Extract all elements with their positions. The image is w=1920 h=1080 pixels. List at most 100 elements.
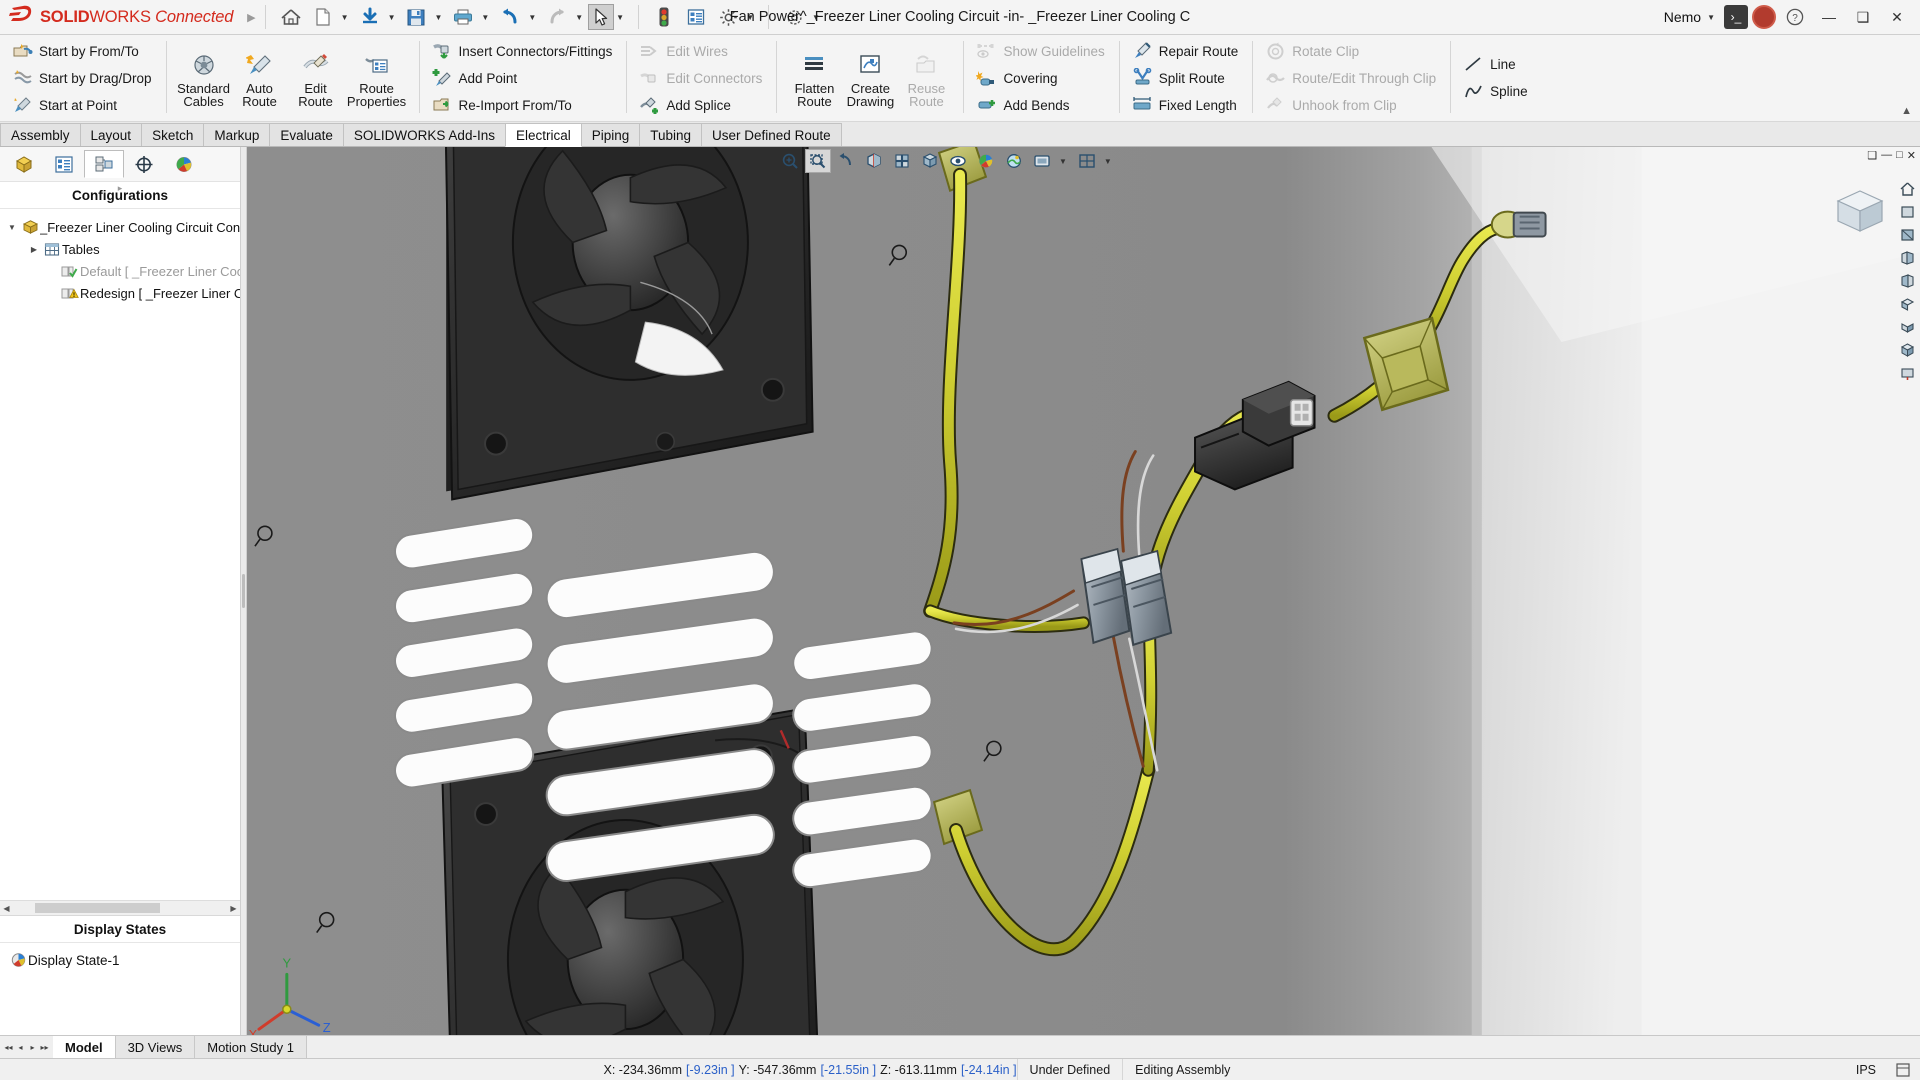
start-at-point-button[interactable]: Start at Point: [9, 93, 157, 117]
chevron-down-icon[interactable]: ▼: [4, 223, 20, 232]
split-route-button[interactable]: Split Route: [1129, 66, 1244, 90]
graphics-viewport[interactable]: Y X Z: [247, 147, 1920, 1035]
viewport-maximize-icon[interactable]: □: [1896, 149, 1903, 162]
view-right-icon[interactable]: [1896, 271, 1918, 291]
redo-icon[interactable]: [541, 4, 573, 30]
save-caret[interactable]: ▼: [432, 13, 447, 22]
view-left-icon[interactable]: [1896, 248, 1918, 268]
property-manager-tab[interactable]: [44, 150, 84, 178]
view-home-icon[interactable]: [1896, 179, 1918, 199]
avatar[interactable]: [1752, 5, 1776, 29]
file-properties-icon[interactable]: [680, 4, 712, 30]
edit-route-button[interactable]: Edit Route: [288, 49, 344, 108]
tab-last-icon[interactable]: ▸▸: [39, 1043, 50, 1052]
chevron-right-icon[interactable]: ▶: [26, 245, 42, 254]
select-caret[interactable]: ▼: [614, 13, 629, 22]
viewport-close-icon[interactable]: ✕: [1907, 149, 1916, 162]
home-icon[interactable]: [275, 4, 307, 30]
view-settings-caret[interactable]: ▼: [1057, 157, 1072, 166]
panel-collapse-handle[interactable]: ▸: [118, 183, 123, 194]
repair-route-button[interactable]: Repair Route: [1129, 39, 1244, 63]
viewport-restore-icon[interactable]: ❑: [1867, 149, 1877, 162]
display-state-row[interactable]: Display State-1: [0, 949, 240, 971]
view-top-icon[interactable]: [1896, 294, 1918, 314]
tree-row-config-root[interactable]: ▼ _Freezer Liner Cooling Circuit Config: [0, 216, 240, 238]
hide-show-items-icon[interactable]: [945, 149, 971, 173]
tab-prev-icon[interactable]: ◂: [15, 1043, 26, 1052]
viewport-layout-icon[interactable]: [1074, 149, 1100, 173]
new-document-caret[interactable]: ▼: [339, 13, 354, 22]
spline-button[interactable]: Spline: [1460, 80, 1533, 104]
zoom-to-area-icon[interactable]: [805, 149, 831, 173]
route-properties-button[interactable]: Route Properties: [344, 49, 410, 108]
options-gear-icon[interactable]: [712, 4, 744, 30]
rotate-clip-button[interactable]: Rotate Clip: [1262, 39, 1441, 63]
scroll-right-icon[interactable]: ▶: [227, 904, 240, 913]
close-button[interactable]: ✕: [1882, 4, 1912, 30]
view-bottom-icon[interactable]: [1896, 317, 1918, 337]
add-point-button[interactable]: Add Point: [429, 66, 618, 90]
scrollbar-track[interactable]: [13, 903, 227, 913]
scroll-left-icon[interactable]: ◀: [0, 904, 13, 913]
fixed-length-button[interactable]: Fixed Length: [1129, 93, 1244, 117]
tree-row-tables[interactable]: ▶ Tables: [0, 238, 240, 260]
view-back-icon[interactable]: [1896, 225, 1918, 245]
create-drawing-button[interactable]: Create Drawing: [842, 49, 898, 108]
start-by-from-to-button[interactable]: Start by From/To: [9, 39, 157, 63]
settings-caret[interactable]: ▼: [810, 13, 825, 22]
flatten-route-button[interactable]: Flatten Route: [786, 49, 842, 108]
print-caret[interactable]: ▼: [479, 13, 494, 22]
undo-icon[interactable]: [494, 4, 526, 30]
restore-button[interactable]: ❑: [1848, 4, 1878, 30]
bottom-tab-motion-study[interactable]: Motion Study 1: [195, 1036, 307, 1058]
options-caret[interactable]: ▼: [744, 13, 759, 22]
tab-evaluate[interactable]: Evaluate: [269, 123, 344, 146]
tab-electrical[interactable]: Electrical: [505, 123, 582, 147]
user-menu-caret[interactable]: ▼: [1705, 13, 1720, 22]
viewport-layout-caret[interactable]: ▼: [1102, 157, 1117, 166]
section-view-icon[interactable]: [861, 149, 887, 173]
minimize-button[interactable]: —: [1814, 4, 1844, 30]
reuse-route-button[interactable]: Reuse Route: [898, 49, 954, 108]
tree-row-redesign-config[interactable]: Redesign [ _Freezer Liner Co: [0, 282, 240, 304]
view-iso-icon[interactable]: [1896, 340, 1918, 360]
view-cube[interactable]: [1832, 185, 1890, 237]
status-overlay-icon[interactable]: [1886, 1059, 1920, 1080]
feature-manager-tab[interactable]: [4, 150, 44, 178]
previous-view-icon[interactable]: [833, 149, 859, 173]
line-button[interactable]: Line: [1460, 53, 1533, 77]
tab-user-defined-route[interactable]: User Defined Route: [701, 123, 842, 146]
assembly-3d-model[interactable]: Y X Z: [247, 147, 1920, 1035]
add-bends-button[interactable]: Add Bends: [973, 93, 1109, 117]
tree-row-default-config[interactable]: Default [ _Freezer Liner Coo: [0, 260, 240, 282]
dimxpert-manager-tab[interactable]: [124, 150, 164, 178]
add-splice-button[interactable]: Add Splice: [636, 93, 767, 117]
rebuild-icon[interactable]: [648, 4, 680, 30]
reimport-from-to-button[interactable]: Re-Import From/To: [429, 93, 618, 117]
select-cursor-icon[interactable]: [588, 4, 614, 30]
view-normal-icon[interactable]: [1896, 363, 1918, 383]
view-front-icon[interactable]: [1896, 202, 1918, 222]
insert-connectors-button[interactable]: Insert Connectors/Fittings: [429, 39, 618, 63]
start-by-drag-drop-button[interactable]: Start by Drag/Drop: [9, 66, 157, 90]
undo-caret[interactable]: ▼: [526, 13, 541, 22]
edit-wires-button[interactable]: Edit Wires: [636, 39, 767, 63]
tab-tubing[interactable]: Tubing: [639, 123, 702, 146]
view-settings-icon[interactable]: [1029, 149, 1055, 173]
view-orientation-icon[interactable]: [889, 149, 915, 173]
tab-first-icon[interactable]: ◂◂: [3, 1043, 14, 1052]
standard-cables-button[interactable]: Standard Cables: [176, 49, 232, 108]
apply-scene-icon[interactable]: [1001, 149, 1027, 173]
covering-button[interactable]: Covering: [973, 66, 1109, 90]
brand-logo[interactable]: SOLIDWORKS Connected: [0, 4, 233, 30]
tab-assembly[interactable]: Assembly: [0, 123, 81, 146]
command-search-icon[interactable]: ›_: [1724, 5, 1748, 29]
display-manager-tab[interactable]: [164, 150, 204, 178]
print-icon[interactable]: [447, 4, 479, 30]
edit-appearance-icon[interactable]: [973, 149, 999, 173]
viewport-minimize-icon[interactable]: —: [1881, 149, 1892, 162]
bottom-tab-3d-views[interactable]: 3D Views: [116, 1036, 196, 1058]
tab-nav-arrows[interactable]: ◂◂ ◂ ▸ ▸▸: [0, 1036, 53, 1058]
status-units[interactable]: IPS: [1846, 1059, 1886, 1080]
settings-gear-icon[interactable]: [778, 4, 810, 30]
